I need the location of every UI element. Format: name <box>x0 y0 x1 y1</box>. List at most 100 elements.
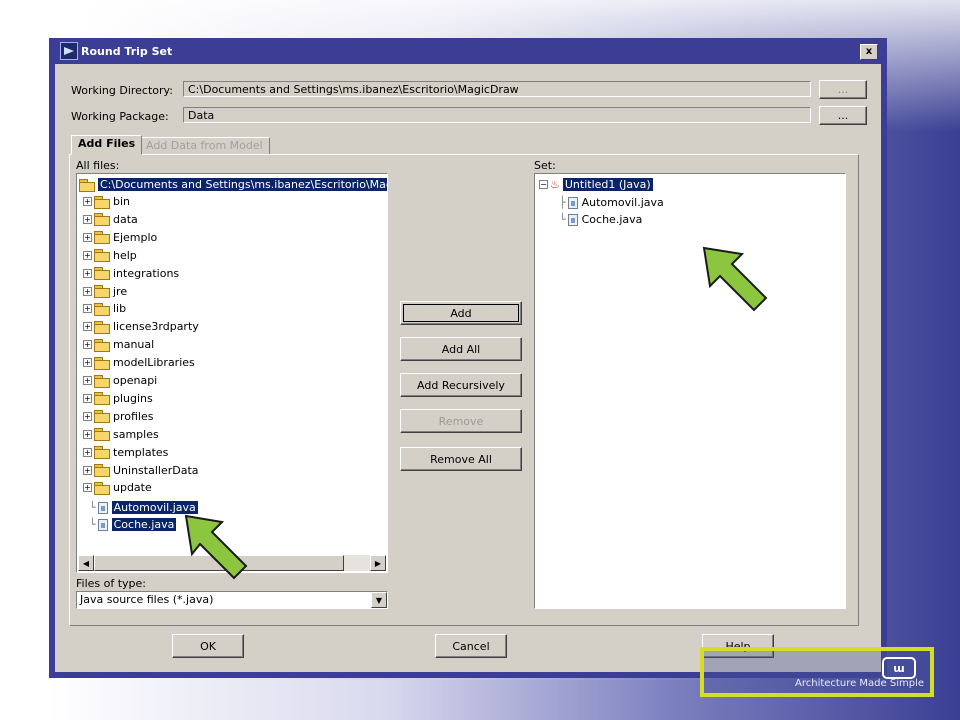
folder-row[interactable]: + data <box>83 211 138 228</box>
folder-label: modelLibraries <box>113 356 195 370</box>
folder-row[interactable]: + integrations <box>83 265 179 282</box>
folder-label: manual <box>113 338 155 352</box>
folder-icon <box>94 267 110 281</box>
scroll-left-icon[interactable]: ◀ <box>78 555 94 571</box>
folder-label: samples <box>113 427 159 441</box>
java-file-icon <box>567 213 578 226</box>
folder-row[interactable]: + templates <box>83 444 168 461</box>
chevron-down-icon[interactable]: ▼ <box>371 592 387 608</box>
ok-button[interactable]: OK <box>172 634 244 658</box>
folder-icon <box>94 285 110 298</box>
folder-row[interactable]: + samples <box>83 426 159 443</box>
folder-row[interactable]: + license3rdparty <box>83 318 199 335</box>
remove-button[interactable]: Remove <box>400 409 522 433</box>
files-of-type-select[interactable]: Java source files (*.java) ▼ <box>76 591 388 609</box>
expand-icon[interactable]: + <box>83 358 92 368</box>
expand-icon[interactable]: + <box>83 214 92 224</box>
expand-icon[interactable]: + <box>83 465 92 475</box>
collapse-icon[interactable]: − <box>539 180 548 189</box>
tree-root-row[interactable]: C:\Documents and Settings\ms.ibanez\Escr… <box>79 176 387 193</box>
folder-row[interactable]: + Ejemplo <box>83 229 157 246</box>
window-title: Round Trip Set <box>81 44 173 58</box>
folder-icon <box>94 302 110 316</box>
folder-label: help <box>113 248 137 262</box>
folder-icon <box>94 464 110 477</box>
expand-icon[interactable]: + <box>83 376 92 385</box>
expand-icon[interactable]: + <box>83 197 92 206</box>
title-bar[interactable]: Round Trip Set x <box>52 41 884 61</box>
folder-icon <box>94 410 110 424</box>
remove-all-button[interactable]: Remove All <box>400 447 522 471</box>
expand-icon[interactable]: + <box>83 286 92 296</box>
expand-icon[interactable]: + <box>83 304 92 314</box>
expand-icon[interactable]: + <box>83 322 92 332</box>
set-file-row-automovil[interactable]: ├ Automovil.java <box>559 194 664 211</box>
working-package-field[interactable]: Data <box>183 107 811 123</box>
expand-icon[interactable]: + <box>83 411 92 421</box>
expand-icon[interactable]: + <box>83 340 92 350</box>
brand-mark-icon: ɯ <box>882 657 916 679</box>
round-trip-set-dialog: Round Trip Set x Working Directory: C:\D… <box>49 38 887 678</box>
folder-icon <box>94 374 110 388</box>
folder-row[interactable]: + bin <box>83 193 130 210</box>
folder-label: license3rdparty <box>113 320 199 334</box>
folder-row[interactable]: + UninstallerData <box>83 462 199 479</box>
add-button[interactable]: Add <box>400 301 522 325</box>
folder-row[interactable]: + update <box>83 479 152 496</box>
folder-row[interactable]: + jre <box>83 283 127 300</box>
file-row-coche[interactable]: └ Coche.java <box>89 516 177 533</box>
working-directory-label: Working Directory: <box>71 84 173 97</box>
set-file-row-coche[interactable]: └ Coche.java <box>559 211 642 228</box>
folder-icon <box>94 446 110 460</box>
working-package-browse-button[interactable]: ... <box>819 106 867 125</box>
folder-label: data <box>113 212 138 226</box>
add-all-button[interactable]: Add All <box>400 337 522 361</box>
folder-row[interactable]: + profiles <box>83 408 153 425</box>
folder-row[interactable]: + help <box>83 247 137 264</box>
folder-row[interactable]: + manual <box>83 336 154 353</box>
set-tree[interactable]: − ♨ Untitled1 (Java) ├ Automovil.java └ … <box>534 173 846 609</box>
folder-label: openapi <box>113 374 158 387</box>
add-recursively-button[interactable]: Add Recursively <box>400 373 522 397</box>
folder-icon <box>94 356 110 370</box>
folder-label: lib <box>113 302 127 316</box>
set-file-label: Coche.java <box>581 213 643 226</box>
working-directory-field[interactable]: C:\Documents and Settings\ms.ibanez\Escr… <box>183 81 811 97</box>
expand-icon[interactable]: + <box>83 268 92 278</box>
working-package-label: Working Package: <box>71 110 169 123</box>
dialog-body: Working Directory: C:\Documents and Sett… <box>55 64 881 672</box>
folder-open-icon <box>79 178 95 192</box>
folder-row[interactable]: + plugins <box>83 390 153 407</box>
set-root-row[interactable]: − ♨ Untitled1 (Java) <box>539 176 653 193</box>
files-of-type-label: Files of type: <box>76 577 147 590</box>
expand-icon[interactable]: + <box>83 447 92 457</box>
expand-icon[interactable]: + <box>83 393 92 403</box>
set-label: Set: <box>534 159 556 172</box>
expand-icon[interactable]: + <box>83 483 92 493</box>
cancel-button[interactable]: Cancel <box>435 634 507 658</box>
tree-root-label: C:\Documents and Settings\ms.ibanez\Escr… <box>98 178 387 191</box>
working-directory-browse-button[interactable]: ... <box>819 80 867 99</box>
folder-row[interactable]: + modelLibraries <box>83 354 195 371</box>
highlight-arrow-icon <box>702 246 768 312</box>
expand-icon[interactable]: + <box>83 250 92 260</box>
java-file-icon <box>567 196 578 209</box>
folder-label: profiles <box>113 409 154 423</box>
tab-add-data-from-model[interactable]: Add Data from Model <box>139 137 270 155</box>
folder-icon <box>94 320 110 334</box>
folder-label: integrations <box>113 266 180 280</box>
brand-tagline: Architecture Made Simple <box>795 678 924 689</box>
close-button[interactable]: x <box>860 44 878 60</box>
folder-label: update <box>113 481 152 495</box>
folder-label: UninstallerData <box>113 463 199 477</box>
folder-row[interactable]: + openapi <box>83 372 157 389</box>
folder-icon <box>94 195 110 209</box>
folder-row[interactable]: + lib <box>83 300 126 317</box>
java-project-icon: ♨ <box>550 178 560 191</box>
folder-icon <box>94 338 110 352</box>
tab-add-files[interactable]: Add Files <box>71 135 143 155</box>
scroll-right-icon[interactable]: ▶ <box>370 555 386 571</box>
folder-icon <box>94 481 110 495</box>
expand-icon[interactable]: + <box>83 429 92 439</box>
expand-icon[interactable]: + <box>83 232 92 242</box>
